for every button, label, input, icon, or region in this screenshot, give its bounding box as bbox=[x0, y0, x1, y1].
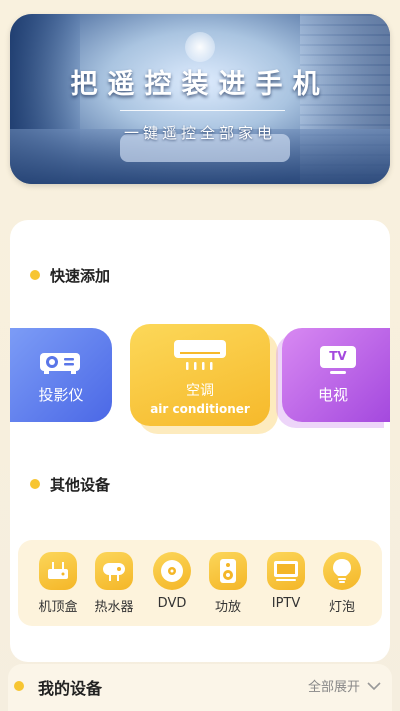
quick-add-title: 快速添加 bbox=[50, 267, 111, 285]
tv-icon: TV bbox=[318, 344, 358, 376]
section-bullet bbox=[30, 270, 40, 280]
device-label: 灯泡 bbox=[328, 600, 355, 615]
iptv-icon bbox=[267, 552, 305, 590]
device-label: 功放 bbox=[214, 600, 241, 615]
other-devices-strip: 机顶盒 热水器 DVD 功放 IPTV 灯泡 bbox=[18, 540, 382, 626]
section-bullet bbox=[30, 479, 40, 489]
device-iptv[interactable]: IPTV bbox=[258, 552, 314, 611]
projector-label: 投影仪 bbox=[38, 386, 84, 404]
speaker-icon bbox=[209, 552, 247, 590]
device-label: 机顶盒 bbox=[38, 600, 78, 615]
device-bulb[interactable]: 灯泡 bbox=[314, 552, 370, 615]
device-label: 热水器 bbox=[94, 600, 134, 615]
device-label: IPTV bbox=[271, 596, 301, 611]
banner-divider bbox=[120, 110, 285, 111]
device-amplifier[interactable]: 功放 bbox=[200, 552, 256, 615]
other-devices-title: 其他设备 bbox=[50, 476, 111, 494]
dvd-icon bbox=[153, 552, 191, 590]
main-card: 快速添加 投影仪 空调 air conditioner TV 电视 其他设备 机… bbox=[10, 220, 390, 662]
chevron-down-icon bbox=[366, 676, 382, 695]
device-set-top-box[interactable]: 机顶盒 bbox=[30, 552, 86, 615]
air-conditioner-icon bbox=[172, 338, 228, 374]
expand-all-button[interactable]: 全部展开 bbox=[308, 676, 382, 695]
section-bullet bbox=[14, 681, 24, 691]
my-devices-title: 我的设备 bbox=[38, 679, 103, 698]
device-dvd[interactable]: DVD bbox=[144, 552, 200, 611]
bulb-icon bbox=[323, 552, 361, 590]
water-heater-icon bbox=[95, 552, 133, 590]
hero-banner: 把遥控装进手机 一键遥控全部家电 bbox=[10, 14, 390, 184]
tv-label: 电视 bbox=[317, 386, 348, 404]
chandelier-icon bbox=[185, 32, 215, 62]
expand-all-label: 全部展开 bbox=[307, 680, 360, 695]
my-devices-bar: 我的设备 全部展开 bbox=[8, 664, 392, 711]
quick-add-air-conditioner[interactable]: 空调 air conditioner bbox=[130, 324, 270, 426]
air-conditioner-sublabel: air conditioner bbox=[150, 402, 250, 416]
set-top-box-icon bbox=[39, 552, 77, 590]
air-conditioner-label: 空调 bbox=[186, 383, 214, 399]
projector-icon bbox=[38, 348, 82, 376]
quick-add-tv[interactable]: TV 电视 bbox=[282, 328, 390, 422]
banner-subtitle: 一键遥控全部家电 bbox=[123, 124, 276, 142]
banner-title: 把遥控装进手机 bbox=[70, 69, 330, 100]
device-label: DVD bbox=[157, 596, 187, 611]
tv-icon-text: TV bbox=[329, 349, 347, 363]
device-water-heater[interactable]: 热水器 bbox=[86, 552, 142, 615]
quick-add-projector[interactable]: 投影仪 bbox=[10, 328, 118, 428]
